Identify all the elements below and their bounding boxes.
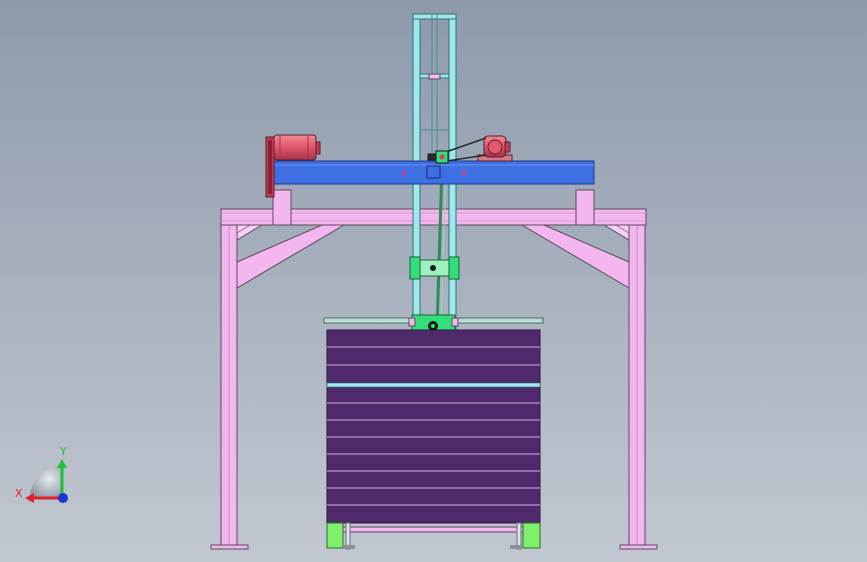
pallet-left-block — [326, 522, 344, 549]
right-foot-plate — [619, 544, 658, 550]
stack-separator — [326, 382, 541, 388]
traveling-beam[interactable] — [271, 160, 595, 185]
pallet-slide-rail — [342, 526, 524, 533]
left-foot-plate — [210, 544, 249, 550]
mast-guide-carriage[interactable] — [409, 256, 460, 280]
blue-crossbeam — [271, 160, 595, 185]
y-axis-label: Y — [59, 445, 67, 458]
beam-bolt-left — [402, 171, 406, 175]
stack-body — [326, 329, 541, 524]
left-riser — [272, 189, 292, 226]
mast-top-cap — [412, 13, 457, 20]
beam-bolt-right — [462, 171, 466, 175]
pallet-right-block — [522, 522, 541, 549]
cad-scene: Y X — [0, 0, 867, 562]
right-riser — [575, 189, 595, 226]
x-axis-label: X — [15, 487, 23, 500]
cad-viewport[interactable]: Y X — [0, 0, 867, 562]
board-stack[interactable] — [326, 329, 541, 524]
